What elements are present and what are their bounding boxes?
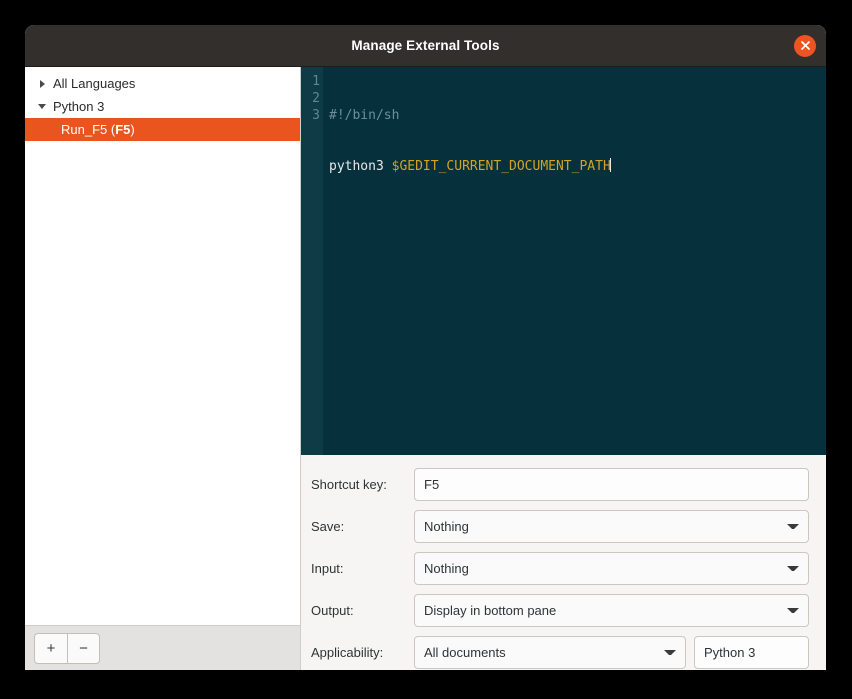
tree-item-python-3[interactable]: Python 3	[25, 95, 300, 118]
applicability-label: Applicability:	[311, 645, 414, 660]
tree-item-label: Run_F5 (F5)	[59, 122, 135, 137]
applicability-dropdown[interactable]: All documents	[414, 636, 686, 669]
row-save: Save: Nothing	[311, 510, 809, 543]
tool-settings-form: Shortcut key: F5 Save: Nothing	[301, 455, 826, 670]
input-label: Input:	[311, 561, 414, 576]
chevron-down-icon	[787, 524, 799, 529]
code-line-1: #!/bin/sh	[329, 107, 826, 124]
tree-item-name: Run_F5 (	[61, 122, 115, 137]
row-output: Output: Display in bottom pane	[311, 594, 809, 627]
tree-item-shortcut: F5	[115, 122, 130, 137]
code-line-2: python3 $GEDIT_CURRENT_DOCUMENT_PATH	[329, 158, 826, 175]
line-number: 2	[301, 90, 320, 107]
row-shortcut-key: Shortcut key: F5	[311, 468, 809, 501]
manage-external-tools-dialog: Manage External Tools All Languages Pyth…	[25, 25, 826, 670]
row-input: Input: Nothing	[311, 552, 809, 585]
dialog-body: All Languages Python 3 Run_F5 (F5) + −	[25, 67, 826, 670]
chevron-down-icon	[787, 608, 799, 613]
add-tool-button[interactable]: +	[34, 633, 67, 664]
close-icon	[800, 40, 811, 51]
output-dropdown-value: Display in bottom pane	[424, 603, 781, 618]
chevron-down-icon	[787, 566, 799, 571]
shebang-text: #!/bin/sh	[329, 108, 399, 123]
tools-tree[interactable]: All Languages Python 3 Run_F5 (F5)	[25, 67, 300, 625]
add-remove-button-group: + −	[34, 633, 100, 664]
applicability-field-wrap: All documents Python 3	[414, 636, 809, 669]
save-dropdown[interactable]: Nothing	[414, 510, 809, 543]
save-field-wrap: Nothing	[414, 510, 809, 543]
titlebar: Manage External Tools	[25, 25, 826, 67]
tool-detail-pane: 1 2 3 #!/bin/sh python3 $GEDIT_CURRENT_D…	[301, 67, 826, 670]
input-dropdown[interactable]: Nothing	[414, 552, 809, 585]
text-cursor	[610, 158, 611, 172]
output-label: Output:	[311, 603, 414, 618]
chevron-down-icon	[664, 650, 676, 655]
tools-toolbar: + −	[25, 625, 300, 670]
applicability-language-input[interactable]: Python 3	[694, 636, 809, 669]
applicability-dropdown-value: All documents	[424, 645, 658, 660]
row-applicability: Applicability: All documents Python 3	[311, 636, 809, 669]
command-text: python3	[329, 159, 392, 174]
code-line-3	[329, 209, 826, 226]
shortcut-key-label: Shortcut key:	[311, 477, 414, 492]
variable-text: $GEDIT_CURRENT_DOCUMENT_PATH	[392, 159, 611, 174]
remove-tool-button[interactable]: −	[67, 633, 100, 664]
chevron-down-icon[interactable]	[33, 104, 51, 109]
tree-item-all-languages[interactable]: All Languages	[25, 72, 300, 95]
tree-item-run-f5[interactable]: Run_F5 (F5)	[25, 118, 300, 141]
output-field-wrap: Display in bottom pane	[414, 594, 809, 627]
tree-item-label: All Languages	[51, 76, 135, 91]
window-title: Manage External Tools	[351, 38, 499, 53]
tools-sidebar: All Languages Python 3 Run_F5 (F5) + −	[25, 67, 301, 670]
shortcut-key-field-wrap: F5	[414, 468, 809, 501]
save-dropdown-value: Nothing	[424, 519, 781, 534]
script-editor[interactable]: 1 2 3 #!/bin/sh python3 $GEDIT_CURRENT_D…	[301, 67, 826, 455]
input-field-wrap: Nothing	[414, 552, 809, 585]
script-code[interactable]: #!/bin/sh python3 $GEDIT_CURRENT_DOCUMEN…	[323, 67, 826, 455]
line-number: 3	[301, 107, 320, 124]
field-spacer	[686, 636, 694, 669]
line-number: 1	[301, 73, 320, 90]
output-dropdown[interactable]: Display in bottom pane	[414, 594, 809, 627]
tree-item-label: Python 3	[51, 99, 104, 114]
input-dropdown-value: Nothing	[424, 561, 781, 576]
chevron-right-icon[interactable]	[33, 80, 51, 88]
save-label: Save:	[311, 519, 414, 534]
line-number-gutter: 1 2 3	[301, 67, 323, 455]
shortcut-key-input[interactable]: F5	[414, 468, 809, 501]
tree-item-name-suffix: )	[130, 122, 134, 137]
close-button[interactable]	[794, 35, 816, 57]
